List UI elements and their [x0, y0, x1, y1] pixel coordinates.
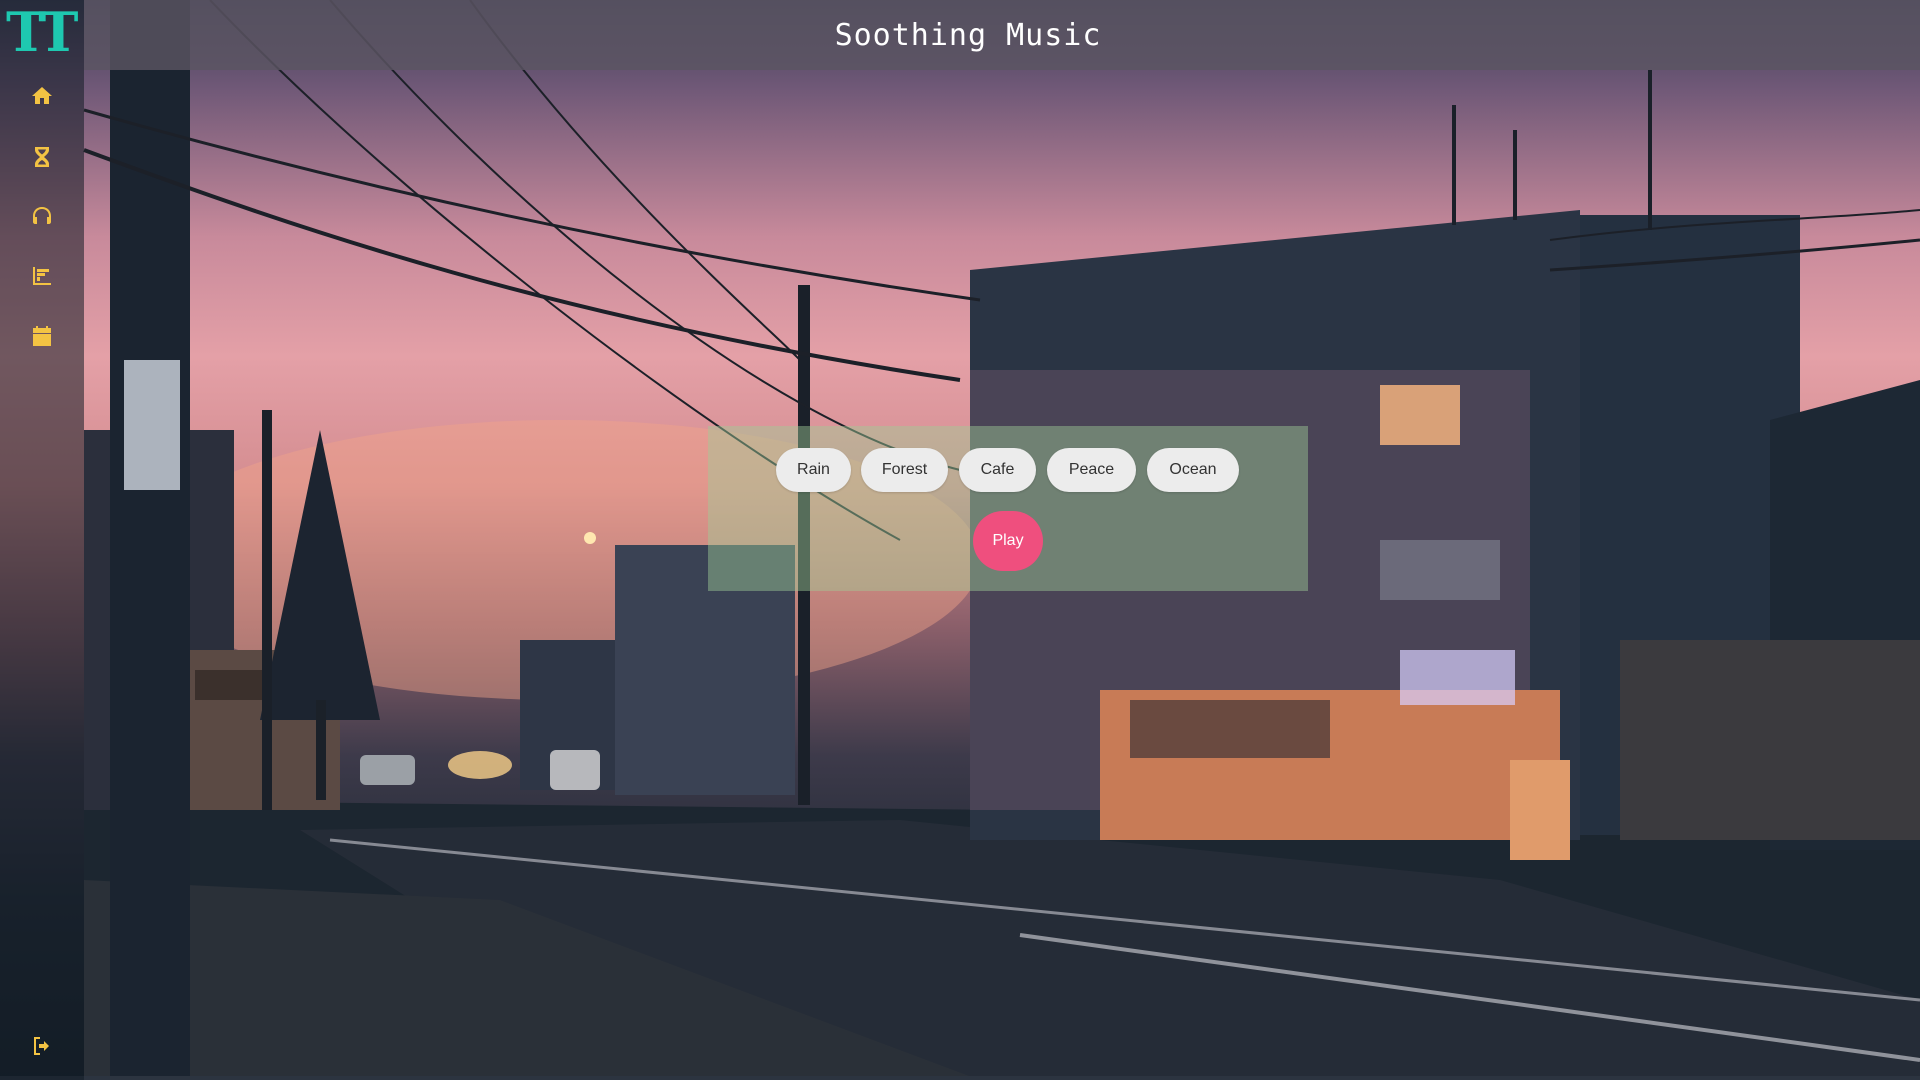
sound-panel: Rain Forest Cafe Peace Ocean Play: [708, 426, 1308, 591]
sidebar-item-home[interactable]: [22, 76, 62, 116]
hourglass-icon: [35, 147, 49, 167]
app-logo[interactable]: TT: [6, 4, 80, 60]
logout-icon: [34, 1037, 49, 1055]
play-button[interactable]: Play: [973, 511, 1043, 571]
sound-button-peace[interactable]: Peace: [1047, 448, 1136, 492]
page-title: Soothing Music: [834, 17, 1102, 53]
sound-button-ocean[interactable]: Ocean: [1147, 448, 1239, 492]
sidebar-item-timer[interactable]: [22, 137, 62, 177]
sound-button-cafe[interactable]: Cafe: [959, 448, 1036, 492]
logout-button[interactable]: [22, 1026, 62, 1066]
sidebar-item-calendar[interactable]: [22, 316, 62, 356]
header: Soothing Music: [84, 0, 1920, 70]
sidebar-item-stats[interactable]: [22, 256, 62, 296]
bar-chart-icon: [33, 267, 51, 285]
sound-button-forest[interactable]: Forest: [861, 448, 948, 492]
sound-options: Rain Forest Cafe Peace Ocean: [708, 448, 1308, 494]
sound-button-rain[interactable]: Rain: [776, 448, 851, 492]
home-icon: [32, 87, 52, 104]
headphones-icon: [33, 207, 51, 224]
sidebar: TT: [0, 0, 84, 1080]
sidebar-item-music[interactable]: [22, 196, 62, 236]
calendar-icon: [33, 326, 51, 346]
